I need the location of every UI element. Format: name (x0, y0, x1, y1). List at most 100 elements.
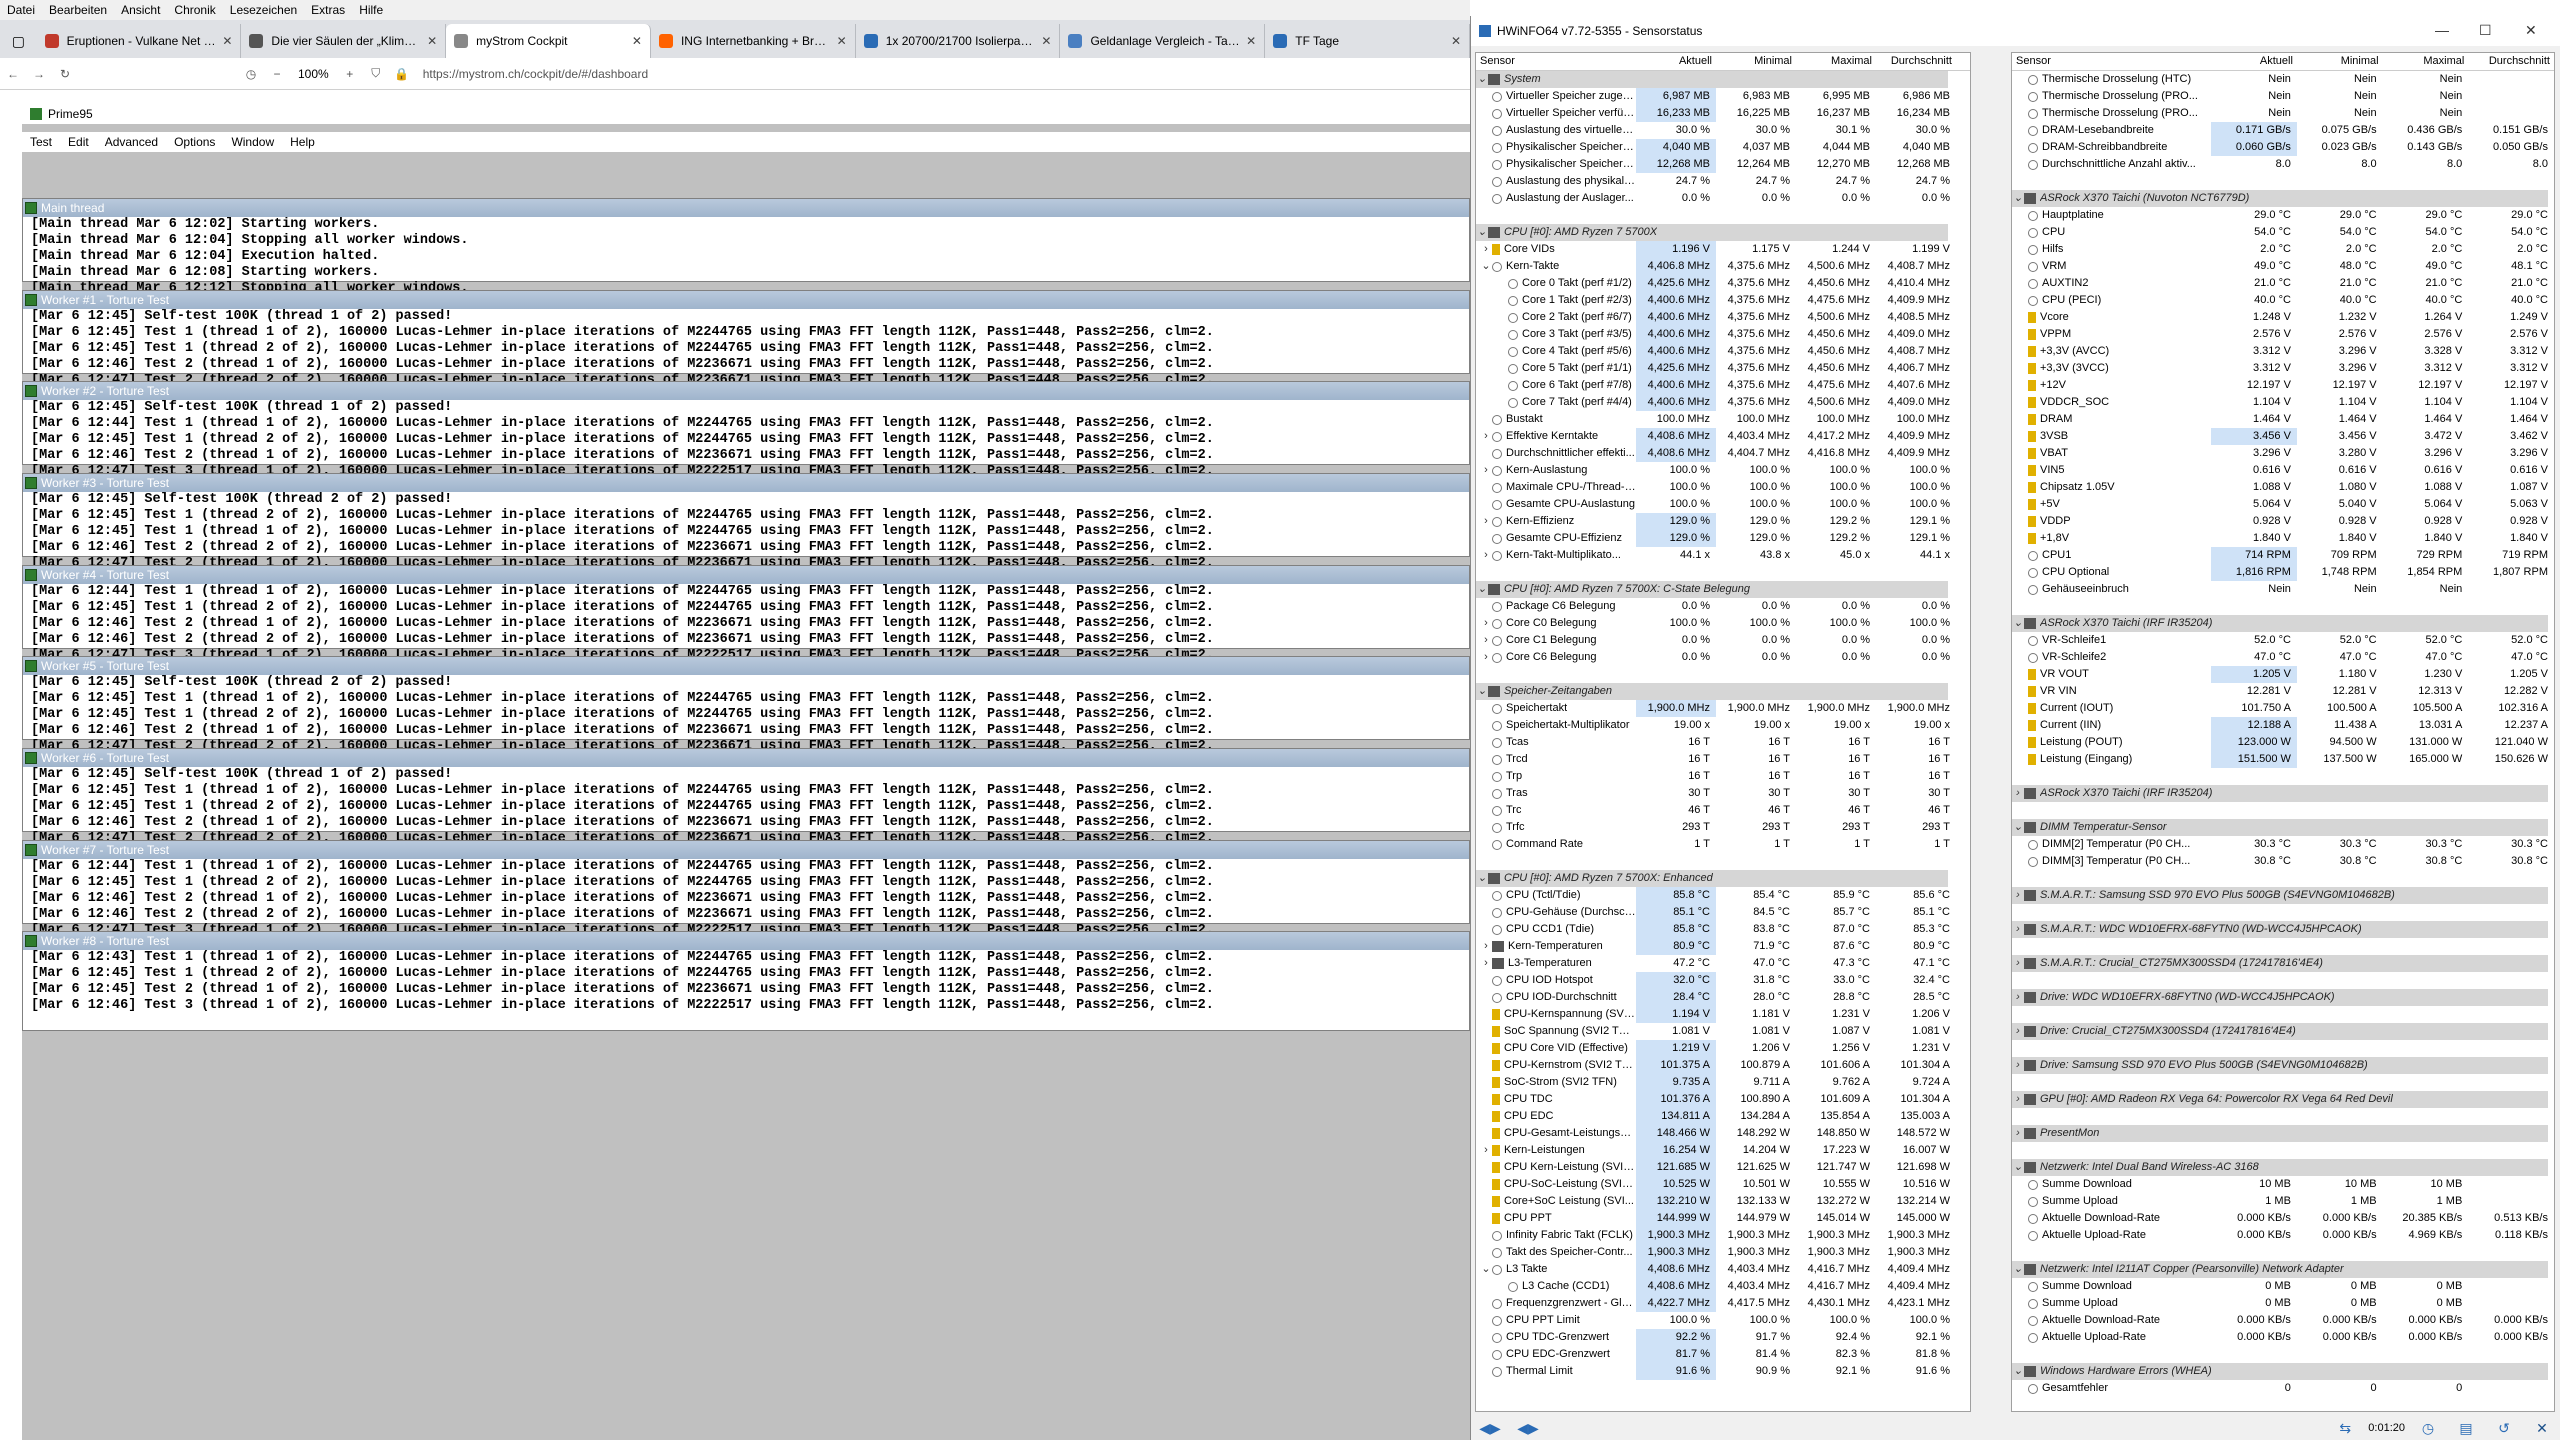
sensor-row[interactable]: Core 5 Takt (perf #1/1) 4,425.6 MHz 4,375.… (1476, 360, 1970, 377)
sensor-row[interactable]: +12V 12.197 V 12.197 V 12.197 V 12.197 V (2012, 377, 2554, 394)
column-header-cell[interactable]: Aktuell (2211, 53, 2297, 70)
sensor-row[interactable]: CPU 54.0 °C 54.0 °C 54.0 °C 54.0 °C (2012, 224, 2554, 241)
sensor-row[interactable]: Aktuelle Upload-Rate 0.000 KB/s 0.000 KB/s… (2012, 1329, 2554, 1346)
sensor-group[interactable]: › S.M.A.R.T.: Crucial_CT275MX300SSD4 (172… (2012, 955, 2554, 972)
sensor-row[interactable]: Summe Upload 1 MB 1 MB 1 MB (2012, 1193, 2554, 1210)
sensor-row[interactable]: Thermische Drosselung (PRO... Nein Nein Nei… (2012, 105, 2554, 122)
sensor-row[interactable]: Frequenzgrenzwert - Global 4,422.7 MHz 4,4… (1476, 1295, 1970, 1312)
sensor-row[interactable]: Summe Download 0 MB 0 MB 0 MB (2012, 1278, 2554, 1295)
column-header-cell[interactable]: Durchschnitt (1876, 53, 1956, 70)
zoom-level[interactable]: 100% (290, 67, 337, 81)
sensor-row[interactable]: VR VOUT 1.205 V 1.180 V 1.230 V 1.205 V (2012, 666, 2554, 683)
sensor-row[interactable]: Trfc 293 T 293 T 293 T 293 T (1476, 819, 1970, 836)
column-header-cell[interactable]: Maximal (1796, 53, 1876, 70)
sensor-row[interactable]: Thermische Drosselung (PRO... Nein Nein Nei… (2012, 88, 2554, 105)
close-tab-icon[interactable]: ✕ (1451, 34, 1461, 48)
expand-toggle-icon[interactable]: › (1480, 241, 1492, 258)
column-header-cell[interactable]: Sensor (1476, 53, 1636, 70)
sensor-row[interactable]: Thermische Drosselung (HTC) Nein Nein Nein (2012, 71, 2554, 88)
sensor-row[interactable]: › Kern-Takt-Multiplikato... 44.1 x 43.8 x 45… (1476, 547, 1970, 564)
expand-toggle-icon[interactable]: › (2012, 955, 2024, 972)
sensor-row[interactable]: Trc 46 T 46 T 46 T 46 T (1476, 802, 1970, 819)
forward-icon[interactable]: → (26, 67, 52, 81)
expand-toggle-icon[interactable]: › (2012, 1125, 2024, 1142)
sensor-row[interactable]: SoC-Strom (SVI2 TFN) 9.735 A 9.711 A 9.762 … (1476, 1074, 1970, 1091)
column-header-cell[interactable]: Durchschnitt (2468, 53, 2554, 70)
sensor-row[interactable]: Command Rate 1 T 1 T 1 T 1 T (1476, 836, 1970, 853)
sensor-group[interactable]: ⌄ Netzwerk: Intel Dual Band Wireless-AC 3… (2012, 1159, 2554, 1176)
sensor-row[interactable]: Core 1 Takt (perf #2/3) 4,400.6 MHz 4,375.… (1476, 292, 1970, 309)
expand-toggle-icon[interactable]: › (2012, 887, 2024, 904)
expand-toggle-icon[interactable]: › (1480, 428, 1492, 445)
reset-icon[interactable]: ↺ (2489, 1418, 2519, 1438)
sensor-row[interactable]: VDDCR_SOC 1.104 V 1.104 V 1.104 V 1.104 V (2012, 394, 2554, 411)
sensor-row[interactable]: Tras 30 T 30 T 30 T 30 T (1476, 785, 1970, 802)
maximize-icon[interactable]: ☐ (2479, 22, 2492, 39)
close-tab-icon[interactable]: ✕ (427, 34, 437, 48)
sensor-row[interactable]: Durchschnittliche Anzahl aktiv... 8.0 8.0 8… (2012, 156, 2554, 173)
column-header-cell[interactable]: Minimal (1716, 53, 1796, 70)
expand-toggle-icon[interactable]: › (1480, 513, 1492, 530)
sensor-row[interactable]: Gehäuseeinbruch Nein Nein Nein (2012, 581, 2554, 598)
browser-tab[interactable]: Die vier Säulen der „Klimakrise ✕ (241, 24, 447, 58)
worker-window[interactable]: Worker #4 - Torture Test [Mar 6 12:44] Te… (22, 565, 1470, 711)
sensor-row[interactable]: Maximale CPU-/Thread-A... 100.0 % 100.0 % 1… (1476, 479, 1970, 496)
prime95-menu-item[interactable]: Test (22, 135, 60, 149)
sensor-row[interactable]: Core 2 Takt (perf #6/7) 4,400.6 MHz 4,375.… (1476, 309, 1970, 326)
sensor-row[interactable]: CPU-SoC-Leistung (SVI2... 10.525 W 10.501 … (1476, 1176, 1970, 1193)
sensor-row[interactable]: CPU EDC-Grenzwert 81.7 % 81.4 % 82.3 % 81.8 … (1476, 1346, 1970, 1363)
sensor-row[interactable]: VR VIN 12.281 V 12.281 V 12.313 V 12.282 V (2012, 683, 2554, 700)
sensor-row[interactable]: Auslastung des virtuellen... 30.0 % 30.0 %… (1476, 122, 1970, 139)
sensor-row[interactable]: › Core C6 Belegung 0.0 % 0.0 % 0.0 % 0.0 % (1476, 649, 1970, 666)
expand-toggle-icon[interactable]: › (1480, 938, 1492, 955)
sensor-row[interactable]: CPU PPT 144.999 W 144.979 W 145.014 W 145.00… (1476, 1210, 1970, 1227)
sensor-row[interactable]: Auslastung des physikalis... 24.7 % 24.7 %… (1476, 173, 1970, 190)
sensor-row[interactable]: DIMM[2] Temperatur (P0 CH... 30.3 °C 30.3 … (2012, 836, 2554, 853)
browser-menu-item[interactable]: Bearbeiten (42, 3, 114, 17)
sensor-row[interactable]: Hauptplatine 29.0 °C 29.0 °C 29.0 °C 29.0 °C (2012, 207, 2554, 224)
sensor-row[interactable]: › Kern-Leistungen 16.254 W 14.204 W 17.223 W… (1476, 1142, 1970, 1159)
sensor-group[interactable]: ⌄ CPU [#0]: AMD Ryzen 7 5700X: C-State Be… (1476, 581, 1970, 598)
sensor-row[interactable]: Core 0 Takt (perf #1/2) 4,425.6 MHz 4,375.… (1476, 275, 1970, 292)
sensor-row[interactable]: VR-Schleife2 47.0 °C 47.0 °C 47.0 °C 47.0 °C (2012, 649, 2554, 666)
close-tab-icon[interactable]: ✕ (837, 34, 847, 48)
sensor-row[interactable]: CPU (PECI) 40.0 °C 40.0 °C 40.0 °C 40.0 °C (2012, 292, 2554, 309)
sensor-row[interactable]: Aktuelle Download-Rate 0.000 KB/s 0.000 KB… (2012, 1312, 2554, 1329)
expand-toggle-icon[interactable]: › (1480, 462, 1492, 479)
expand-toggle-icon[interactable]: ⌄ (2012, 1363, 2024, 1380)
sensor-row[interactable]: +3,3V (3VCC) 3.312 V 3.296 V 3.312 V 3.312 V (2012, 360, 2554, 377)
sensor-row[interactable]: +1,8V 1.840 V 1.840 V 1.840 V 1.840 V (2012, 530, 2554, 547)
address-bar[interactable]: https://mystrom.ch/cockpit/de/#/dashboar… (423, 67, 648, 81)
close-tab-icon[interactable]: ✕ (632, 34, 642, 48)
expand-toggle-icon[interactable]: ⌄ (1480, 258, 1492, 275)
sensor-group[interactable]: ⌄ CPU [#0]: AMD Ryzen 7 5700X (1476, 224, 1970, 241)
sensor-row[interactable]: Gesamte CPU-Auslastung 100.0 % 100.0 % 100.… (1476, 496, 1970, 513)
sensor-row[interactable]: CPU PPT Limit 100.0 % 100.0 % 100.0 % 100.0 … (1476, 1312, 1970, 1329)
sensor-row[interactable]: Summe Upload 0 MB 0 MB 0 MB (2012, 1295, 2554, 1312)
sensor-group[interactable]: ⌄ Windows Hardware Errors (WHEA) (2012, 1363, 2554, 1380)
sensor-row[interactable]: Bustakt 100.0 MHz 100.0 MHz 100.0 MHz 100.0 … (1476, 411, 1970, 428)
browser-menu-item[interactable]: Chronik (167, 3, 222, 17)
sensor-row[interactable]: Leistung (POUT) 123.000 W 94.500 W 131.000 … (2012, 734, 2554, 751)
sensor-group[interactable]: › Drive: Samsung SSD 970 EVO Plus 500GB (… (2012, 1057, 2554, 1074)
expand-toggle-icon[interactable]: ⌄ (2012, 615, 2024, 632)
browser-tab[interactable]: Geldanlage Vergleich - Tages- u ✕ (1060, 24, 1266, 58)
expand-toggle-icon[interactable]: › (2012, 785, 2024, 802)
close-icon[interactable]: ✕ (2525, 22, 2537, 39)
sensor-row[interactable]: Aktuelle Download-Rate 0.000 KB/s 0.000 KB… (2012, 1210, 2554, 1227)
browser-menu-item[interactable]: Hilfe (352, 3, 390, 17)
sensor-row[interactable]: CPU-Kernstrom (SVI2 TFN) 101.375 A 100.879… (1476, 1057, 1970, 1074)
sensor-row[interactable]: Package C6 Belegung 0.0 % 0.0 % 0.0 % 0.0 % (1476, 598, 1970, 615)
sensor-group[interactable]: ⌄ System (1476, 71, 1970, 88)
sensor-row[interactable]: SoC Spannung (SVI2 TFN) 1.081 V 1.081 V 1.0… (1476, 1023, 1970, 1040)
sensor-row[interactable]: ⌄ Kern-Takte 4,406.8 MHz 4,375.6 MHz 4,500.6… (1476, 258, 1970, 275)
sensor-row[interactable]: ⌄ L3 Takte 4,408.6 MHz 4,403.4 MHz 4,416.7 M… (1476, 1261, 1970, 1278)
history-icon[interactable]: ◷ (238, 67, 264, 81)
sensor-group[interactable]: › S.M.A.R.T.: Samsung SSD 970 EVO Plus 50… (2012, 887, 2554, 904)
browser-menu-item[interactable]: Lesezeichen (223, 3, 304, 17)
expand-toggle-icon[interactable]: › (2012, 1057, 2024, 1074)
sensor-row[interactable]: Physikalischer Speicher v... 4,040 MB 4,03… (1476, 139, 1970, 156)
sensor-row[interactable]: › L3-Temperaturen 47.2 °C 47.0 °C 47.3 °C 47.… (1476, 955, 1970, 972)
sensor-row[interactable]: CPU IOD-Durchschnitt 28.4 °C 28.0 °C 28.8 °… (1476, 989, 1970, 1006)
sensor-row[interactable]: VR-Schleife1 52.0 °C 52.0 °C 52.0 °C 52.0 °C (2012, 632, 2554, 649)
